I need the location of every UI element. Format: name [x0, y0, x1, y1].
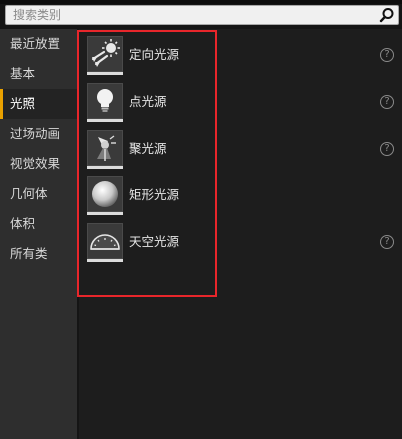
sidebar-item-label: 所有类 — [10, 246, 48, 261]
thumbnail-underline — [87, 72, 123, 75]
top-strip — [0, 0, 402, 4]
directional-light-icon — [91, 39, 120, 67]
light-thumbnail — [87, 223, 123, 259]
light-item-spot[interactable]: 聚光源 — [85, 130, 385, 170]
light-item-sky[interactable]: 天空光源 — [85, 223, 385, 263]
light-item-label: 天空光源 — [129, 234, 180, 249]
light-thumbnail — [87, 176, 123, 212]
thumbnail-underline — [87, 166, 123, 169]
sidebar-item-cinematic[interactable]: 过场动画 — [0, 119, 77, 149]
category-sidebar: 最近放置 基本 光照 过场动画 视觉效果 几何体 体积 所有类 — [0, 29, 77, 439]
help-icon[interactable]: ? — [380, 142, 394, 156]
search-icon[interactable] — [379, 7, 395, 23]
sky-light-icon — [90, 234, 120, 250]
sidebar-item-all-classes[interactable]: 所有类 — [0, 239, 77, 269]
sidebar-item-label: 过场动画 — [10, 126, 61, 141]
sidebar-item-lights[interactable]: 光照 — [0, 89, 77, 119]
sidebar-item-volumes[interactable]: 体积 — [0, 209, 77, 239]
sidebar-item-label: 基本 — [10, 66, 36, 81]
light-item-point[interactable]: 点光源 — [85, 83, 385, 123]
point-light-icon — [97, 89, 113, 112]
help-icon[interactable]: ? — [380, 48, 394, 62]
light-item-label: 矩形光源 — [129, 187, 180, 202]
sidebar-item-label: 体积 — [10, 216, 36, 231]
search-box[interactable] — [5, 5, 399, 25]
sidebar-item-geometry[interactable]: 几何体 — [0, 179, 77, 209]
thumbnail-underline — [87, 119, 123, 122]
sidebar-item-label: 几何体 — [10, 186, 48, 201]
help-icon[interactable]: ? — [380, 235, 394, 249]
light-thumbnail — [87, 36, 123, 72]
thumbnail-underline — [87, 259, 123, 262]
sidebar-item-recent[interactable]: 最近放置 — [0, 29, 77, 59]
light-thumbnail — [87, 130, 123, 166]
help-icon[interactable]: ? — [380, 95, 394, 109]
thumbnail-underline — [87, 212, 123, 215]
light-item-label: 定向光源 — [129, 47, 180, 62]
sidebar-item-visual-effects[interactable]: 视觉效果 — [0, 149, 77, 179]
spot-light-icon — [97, 135, 116, 161]
sidebar-item-basic[interactable]: 基本 — [0, 59, 77, 89]
rect-light-icon — [92, 181, 118, 207]
light-item-label: 聚光源 — [129, 141, 167, 156]
light-item-directional[interactable]: 定向光源 — [85, 36, 385, 76]
sidebar-item-label: 最近放置 — [10, 36, 61, 51]
light-thumbnail — [87, 83, 123, 119]
light-item-rect[interactable]: 矩形光源 — [85, 176, 385, 216]
search-input[interactable] — [6, 6, 376, 24]
sidebar-item-label: 光照 — [10, 96, 36, 111]
light-item-label: 点光源 — [129, 94, 167, 109]
sidebar-item-label: 视觉效果 — [10, 156, 61, 171]
